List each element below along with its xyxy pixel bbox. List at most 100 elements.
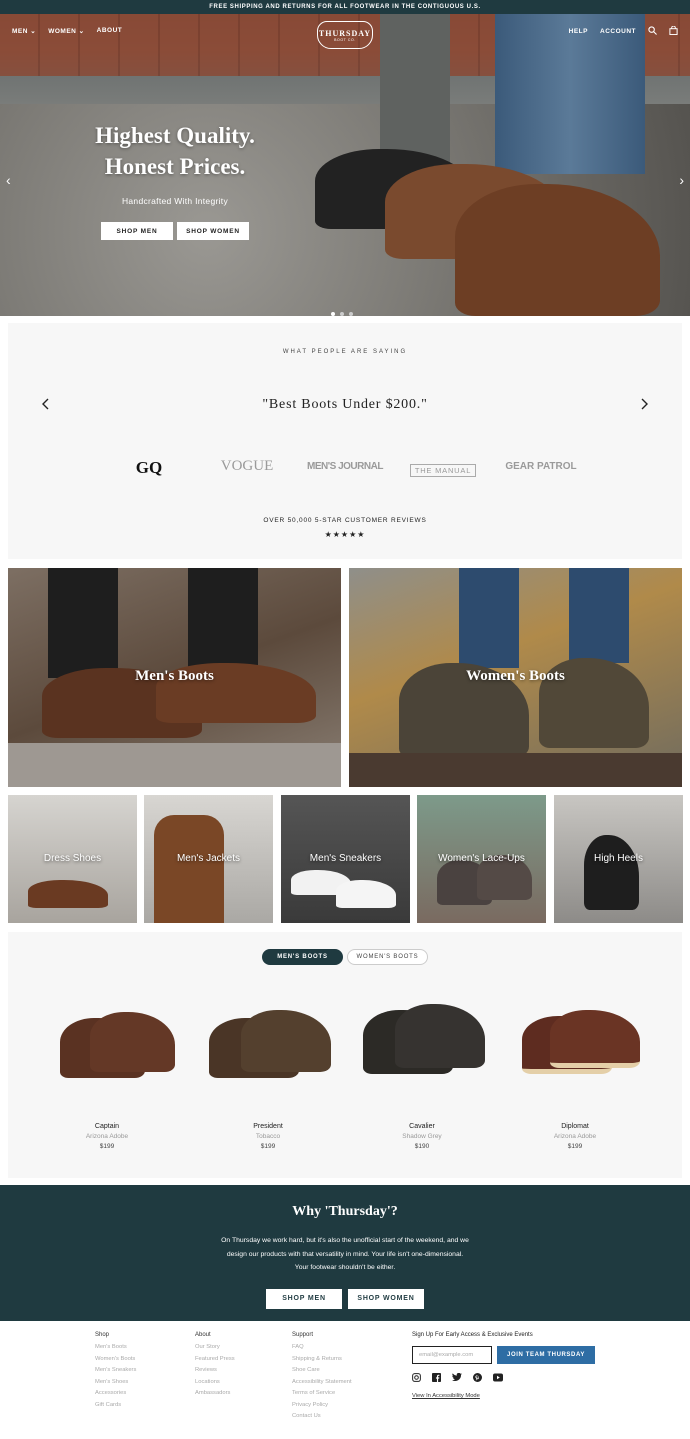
product-image[interactable] bbox=[30, 990, 184, 1100]
youtube-icon[interactable] bbox=[493, 1373, 503, 1384]
category-title: High Heels bbox=[594, 853, 643, 864]
footer-link[interactable]: Shoe Care bbox=[292, 1367, 352, 1373]
reviews-count[interactable]: OVER 50,000 5-STAR CUSTOMER REVIEWS bbox=[8, 517, 682, 524]
pinterest-icon[interactable] bbox=[473, 1373, 482, 1384]
hero-prev-arrow-icon[interactable]: ‹ bbox=[6, 172, 11, 188]
press-logo-gear-patrol[interactable]: GEAR PATROL bbox=[492, 458, 590, 478]
footer-link[interactable]: Privacy Policy bbox=[292, 1402, 352, 1408]
instagram-icon[interactable] bbox=[412, 1373, 421, 1384]
footer-heading: Support bbox=[292, 1332, 314, 1338]
carousel-dot[interactable] bbox=[349, 312, 353, 316]
footer-link[interactable]: FAQ bbox=[292, 1344, 352, 1350]
why-body: On Thursday we work hard, but it's also … bbox=[221, 1237, 469, 1271]
search-icon[interactable] bbox=[648, 25, 657, 37]
footer-link[interactable]: Gift Cards bbox=[95, 1402, 136, 1408]
product-name[interactable]: Diplomat bbox=[498, 1123, 652, 1130]
category-leg bbox=[188, 568, 258, 678]
category-womens-boots[interactable]: Women's Boots bbox=[349, 568, 682, 787]
brand-logo[interactable]: THURSDAY BOOT CO. bbox=[317, 21, 373, 49]
promo-banner: FREE SHIPPING AND RETURNS FOR ALL FOOTWE… bbox=[0, 0, 690, 14]
hero-next-arrow-icon[interactable]: › bbox=[679, 172, 684, 188]
product-card[interactable]: President Tobacco $199 bbox=[191, 990, 345, 1150]
hero-carousel-dots bbox=[331, 312, 353, 316]
footer-link[interactable]: Ambassadors bbox=[195, 1390, 235, 1396]
accessibility-mode-link[interactable]: View In Accessibility Mode bbox=[412, 1393, 595, 1399]
footer-link[interactable]: Men's Shoes bbox=[95, 1379, 136, 1385]
category-mens-boots[interactable]: Men's Boots bbox=[8, 568, 341, 787]
twitter-icon[interactable] bbox=[452, 1372, 462, 1384]
nav-about[interactable]: ABOUT bbox=[97, 27, 123, 35]
footer-link[interactable]: Shipping & Returns bbox=[292, 1356, 352, 1362]
footer-link[interactable]: Accessories bbox=[95, 1390, 136, 1396]
cart-icon[interactable] bbox=[669, 25, 678, 37]
join-button[interactable]: JOIN TEAM THURSDAY bbox=[497, 1346, 595, 1364]
footer-heading: About bbox=[195, 1332, 211, 1338]
product-price: $190 bbox=[414, 1143, 430, 1150]
carousel-dot[interactable] bbox=[340, 312, 344, 316]
product-name[interactable]: Cavalier bbox=[345, 1123, 499, 1130]
footer-link[interactable]: Women's Boots bbox=[95, 1356, 136, 1362]
footer-link[interactable]: Locations bbox=[195, 1379, 235, 1385]
category-leg bbox=[459, 568, 519, 668]
press-logo-mens-journal[interactable]: MEN'S JOURNAL bbox=[296, 458, 394, 478]
press-next-arrow-icon[interactable] bbox=[640, 397, 648, 413]
tab-womens-boots[interactable]: WOMEN'S BOOTS bbox=[347, 949, 428, 965]
product-name[interactable]: President bbox=[191, 1123, 345, 1130]
footer-link[interactable]: Contact Us bbox=[292, 1413, 352, 1419]
nav-women[interactable]: WOMEN ⌄ bbox=[48, 27, 84, 35]
newsletter-signup: Sign Up For Early Access & Exclusive Eve… bbox=[412, 1332, 595, 1399]
nav-account[interactable]: ACCOUNT bbox=[600, 28, 636, 35]
hero-headline: Highest Quality. Honest Prices. bbox=[95, 123, 255, 179]
hero-shop-women-button[interactable]: SHOP WOMEN bbox=[177, 222, 249, 240]
category-title: Men's Sneakers bbox=[309, 853, 382, 864]
hero-subtitle: Handcrafted With Integrity bbox=[121, 196, 229, 206]
category-title: Dress Shoes bbox=[43, 853, 102, 864]
nav-men[interactable]: MEN ⌄ bbox=[12, 27, 36, 35]
press-logo-the-manual[interactable]: THE MANUAL bbox=[394, 458, 492, 478]
footer-link[interactable]: Featured Press bbox=[195, 1356, 235, 1362]
footer-link[interactable]: Reviews bbox=[195, 1367, 235, 1373]
why-title: Why 'Thursday'? bbox=[292, 1204, 398, 1219]
category-mens-sneakers[interactable]: Men's Sneakers bbox=[281, 795, 410, 923]
hero-shop-men-button[interactable]: SHOP MEN bbox=[101, 222, 173, 240]
product-color: Arizona Adobe bbox=[553, 1133, 597, 1140]
footer-link[interactable]: Our Story bbox=[195, 1344, 235, 1350]
category-jacket bbox=[154, 815, 224, 923]
why-shop-women-button[interactable]: SHOP WOMEN bbox=[348, 1288, 424, 1309]
product-image[interactable] bbox=[191, 990, 345, 1100]
product-card[interactable]: Captain Arizona Adobe $199 bbox=[30, 990, 184, 1150]
product-image[interactable] bbox=[498, 990, 652, 1100]
hero-text: Highest Quality. Honest Prices. Handcraft… bbox=[80, 120, 270, 240]
product-price: $199 bbox=[99, 1143, 115, 1150]
tab-mens-boots[interactable]: MEN'S BOOTS bbox=[262, 949, 343, 965]
footer-about-column: About Our Story Featured Press Reviews L… bbox=[195, 1332, 235, 1402]
category-shoe bbox=[28, 880, 108, 908]
category-leg bbox=[569, 568, 629, 663]
press-label: WHAT PEOPLE ARE SAYING bbox=[282, 349, 408, 355]
footer-link[interactable]: Men's Boots bbox=[95, 1344, 136, 1350]
category-leg bbox=[48, 568, 118, 678]
product-section: MEN'S BOOTS WOMEN'S BOOTS Captain Arizon… bbox=[8, 932, 682, 1178]
product-image[interactable] bbox=[345, 990, 499, 1100]
footer-link[interactable]: Men's Sneakers bbox=[95, 1367, 136, 1373]
carousel-dot[interactable] bbox=[331, 312, 335, 316]
facebook-icon[interactable] bbox=[432, 1373, 441, 1384]
product-name[interactable]: Captain bbox=[30, 1123, 184, 1130]
hero-banner: MEN ⌄ WOMEN ⌄ ABOUT HELP ACCOUNT THURSDA… bbox=[0, 14, 690, 316]
nav-help[interactable]: HELP bbox=[569, 28, 588, 35]
category-mens-jackets[interactable]: Men's Jackets bbox=[144, 795, 273, 923]
category-high-heels[interactable]: High Heels bbox=[554, 795, 683, 923]
category-womens-lace-ups[interactable]: Women's Lace-Ups bbox=[417, 795, 546, 923]
press-logo-vogue[interactable]: VOGUE bbox=[198, 458, 296, 478]
product-color: Shadow Grey bbox=[402, 1133, 442, 1140]
product-card[interactable]: Cavalier Shadow Grey $190 bbox=[345, 990, 499, 1150]
footer-link[interactable]: Terms of Service bbox=[292, 1390, 352, 1396]
email-input[interactable]: email@example.com bbox=[412, 1346, 492, 1364]
product-card[interactable]: Diplomat Arizona Adobe $199 bbox=[498, 990, 652, 1150]
press-logo-gq[interactable]: GQ bbox=[100, 458, 198, 478]
category-title: Men's Jackets bbox=[176, 853, 241, 864]
why-shop-men-button[interactable]: SHOP MEN bbox=[266, 1288, 342, 1309]
footer-link[interactable]: Accessibility Statement bbox=[292, 1379, 352, 1385]
category-title: Women's Boots bbox=[466, 668, 565, 684]
category-dress-shoes[interactable]: Dress Shoes bbox=[8, 795, 137, 923]
